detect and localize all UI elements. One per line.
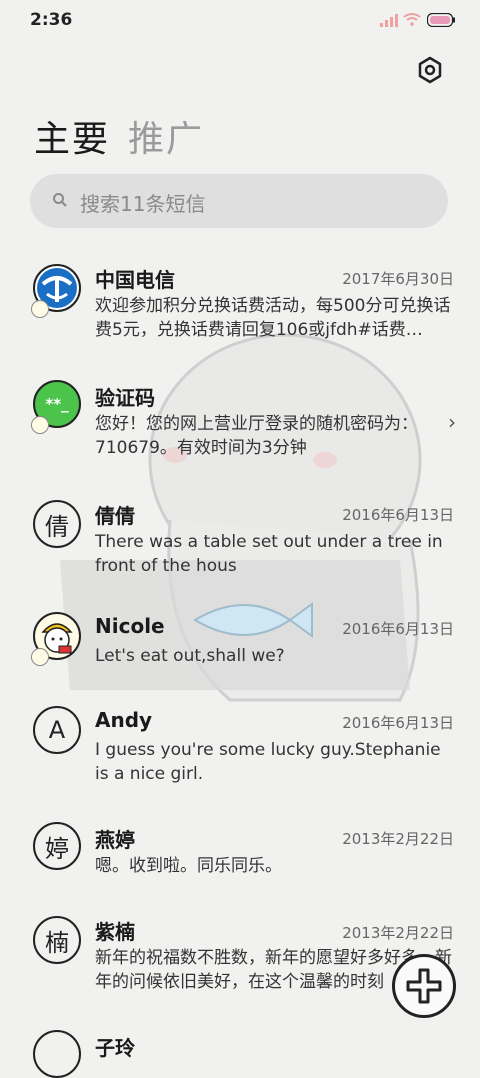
message-date: 2016年6月13日 [342, 714, 454, 732]
conversation-row-nicole[interactable]: Nicole 2016年6月13日 Let's eat out,shall we… [0, 612, 480, 692]
compose-plus-icon [406, 968, 442, 1004]
signal-icon [380, 14, 398, 27]
contact-avatar: 婷 [33, 822, 81, 870]
search-icon [53, 193, 67, 207]
search-bar[interactable]: 搜索11条短信 [30, 174, 448, 228]
message-date: 2013年2月22日 [342, 830, 454, 848]
message-date: 2016年6月13日 [342, 620, 454, 638]
message-date: 2013年2月22日 [342, 924, 454, 942]
tab-bar: 主要 推广 [34, 110, 204, 162]
contact-avatar: A [33, 706, 81, 754]
wifi-icon [403, 13, 421, 26]
message-date: 2017年6月30日 [342, 270, 454, 288]
compose-button[interactable] [392, 954, 456, 1018]
message-preview: Let's eat out,shall we? [95, 646, 285, 666]
contact-avatar: 倩 [33, 500, 81, 548]
status-time: 2:36 [30, 10, 73, 30]
settings-icon [418, 56, 442, 84]
contact-name: 子玲 [95, 1036, 135, 1060]
contact-name: Nicole [95, 614, 165, 638]
conversation-row-yanting[interactable]: 婷 燕婷 2013年2月22日 嗯。收到啦。同乐同乐。 [0, 822, 480, 902]
conversation-row-qianqian[interactable]: 倩 倩倩 2016年6月13日 There was a table set ou… [0, 496, 480, 596]
message-date: 2016年6月13日 [342, 506, 454, 524]
message-preview: 欢迎参加积分兑换话费活动，每500分可兑换话费5元，兑换话费请回复106或jfd… [95, 296, 451, 340]
message-preview: There was a table set out under a tree i… [95, 532, 443, 576]
avatar-badge-icon [31, 416, 49, 434]
tab-primary[interactable]: 主要 [34, 110, 110, 162]
conversation-row-andy[interactable]: A Andy 2016年6月13日 I guess you're some lu… [0, 706, 480, 806]
conversation-row-verification[interactable]: **_ 验证码 您好！您的网上营业厅登录的随机密码为：710679。有效时间为3… [0, 378, 480, 478]
avatar-badge-icon [31, 648, 49, 666]
contact-name: 倩倩 [95, 504, 135, 528]
message-preview: 您好！您的网上营业厅登录的随机密码为：710679。有效时间为3分钟 [95, 414, 418, 458]
message-preview: 嗯。收到啦。同乐同乐。 [95, 856, 282, 876]
conversation-row-telecom[interactable]: 中国电信 2017年6月30日 欢迎参加积分兑换话费活动，每500分可兑换话费5… [0, 260, 480, 360]
contact-name: 燕婷 [95, 828, 135, 852]
contact-name: 紫楠 [95, 920, 135, 944]
chevron-right-icon[interactable]: › [448, 410, 456, 434]
contact-avatar [33, 1030, 81, 1078]
status-bar: 2:36 [0, 0, 480, 40]
avatar-badge-icon [31, 300, 49, 318]
conversation-row-ziling[interactable]: 子玲 [0, 1030, 480, 1078]
search-placeholder: 搜索11条短信 [80, 192, 206, 216]
tab-promotions[interactable]: 推广 [128, 110, 204, 162]
contact-name: 验证码 [95, 386, 155, 410]
contact-name: Andy [95, 708, 153, 732]
contact-name: 中国电信 [95, 268, 175, 292]
settings-button[interactable] [414, 54, 446, 86]
contact-avatar: 楠 [33, 916, 81, 964]
message-preview: I guess you're some lucky guy.Stephanie … [95, 740, 441, 784]
battery-icon [427, 13, 455, 27]
